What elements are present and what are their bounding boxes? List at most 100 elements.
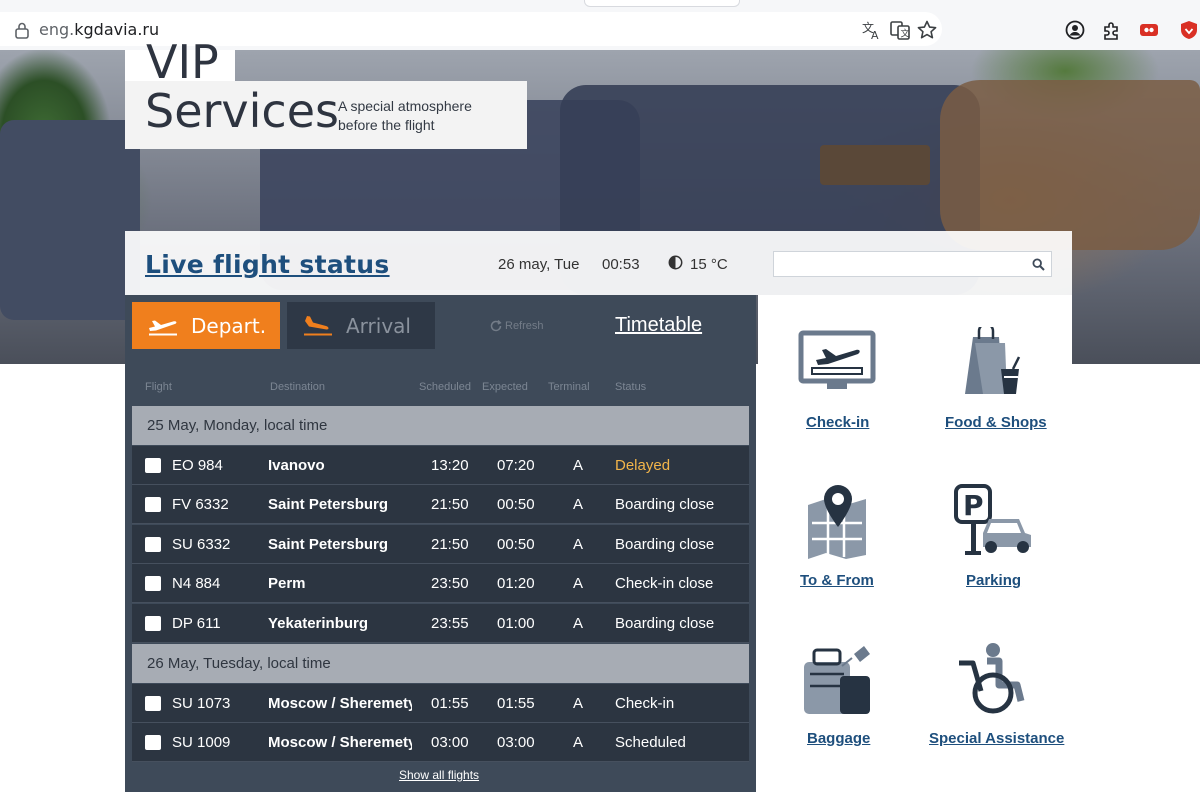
refresh-button[interactable]: Refresh [489, 319, 544, 333]
flight-destination: Perm [268, 575, 306, 592]
baggage-icon [804, 646, 870, 714]
flight-number: SU 1009 [172, 734, 231, 751]
flight-destination: Yekaterinburg [268, 615, 369, 632]
flight-terminal: A [573, 457, 584, 474]
flight-number: SU 1073 [172, 695, 231, 712]
flight-scheduled: 23:55 [431, 615, 469, 632]
flight-expected: 01:20 [497, 575, 535, 592]
temperature: 15 °C [690, 256, 728, 273]
vip-subtitle: A special atmosphere before the flight [338, 97, 518, 135]
flight-terminal: A [573, 615, 584, 632]
flight-number: SU 6332 [172, 536, 231, 553]
svg-text:P: P [963, 489, 984, 522]
flight-scheduled: 23:50 [431, 575, 469, 592]
flight-row[interactable]: EO 984 Ivanovo 13:20 07:20 A Delayed [132, 446, 749, 485]
flight-destination: Moscow / Sheremetyevo [268, 695, 412, 712]
flight-expected: 03:00 [497, 734, 535, 751]
flight-search-input[interactable] [773, 251, 1026, 277]
day-label: 25 May, Monday, local time [147, 417, 328, 434]
service-baggage[interactable]: Baggage [790, 638, 882, 753]
shield-extension-icon[interactable] [1178, 19, 1200, 41]
flight-row[interactable]: N4 884 Perm 23:50 01:20 A Check-in close [132, 564, 749, 603]
wheelchair-icon [959, 643, 1025, 714]
day-label: 26 May, Tuesday, local time [147, 655, 331, 672]
search-button[interactable] [1026, 251, 1052, 277]
airline-logo-icon [145, 735, 161, 750]
profile-icon[interactable] [1064, 19, 1086, 41]
col-header-status: Status [615, 381, 647, 393]
flight-status: Delayed [615, 457, 671, 474]
bookmark-star-icon[interactable] [916, 19, 938, 41]
browser-tab[interactable] [584, 0, 740, 7]
plane-takeoff-icon [149, 320, 177, 336]
show-all-flights-link[interactable]: Show all flights [399, 768, 479, 782]
flight-destination: Saint Petersburg [268, 496, 389, 513]
service-label: To & From [800, 572, 874, 589]
col-header-scheduled: Scheduled [419, 381, 471, 393]
flight-status: Boarding close [615, 615, 715, 632]
flight-row[interactable]: SU 6332 Saint Petersburg 21:50 00:50 A B… [132, 525, 749, 564]
flight-status: Scheduled [615, 734, 686, 751]
current-date: 26 may, Tue [498, 256, 580, 273]
vip-subtitle-line1: A special atmosphere [338, 98, 472, 114]
flight-terminal: A [573, 734, 584, 751]
airline-logo-icon [145, 537, 161, 552]
service-label: Food & Shops [945, 414, 1047, 431]
airline-logo-icon [145, 616, 161, 631]
plane-landing-icon [304, 316, 332, 336]
hero-armchair [940, 80, 1200, 250]
service-label: Check-in [806, 414, 870, 431]
vip-subtitle-line2: before the flight [338, 117, 435, 133]
airline-logo-icon [145, 576, 161, 591]
flight-number: N4 884 [172, 575, 221, 592]
flight-terminal: A [573, 695, 584, 712]
col-header-expected: Expected [482, 381, 528, 393]
live-flight-status-link[interactable]: Live flight status [145, 250, 390, 279]
flight-row[interactable]: FV 6332 Saint Petersburg 21:50 00:50 A B… [132, 485, 749, 524]
tab-arrivals[interactable]: Arrival [287, 302, 435, 349]
checkin-monitor-icon [798, 330, 876, 389]
tab-departures-label: Depart. [191, 314, 267, 338]
shopping-bag-icon [965, 327, 1021, 394]
service-label: Baggage [807, 730, 871, 747]
lock-icon [15, 22, 29, 39]
flight-scheduled: 13:20 [431, 457, 469, 474]
search-icon [1032, 258, 1045, 271]
flight-status: Check-in close [615, 575, 714, 592]
tab-arrivals-label: Arrival [346, 314, 411, 338]
current-time: 00:53 [602, 256, 640, 273]
col-header-flight: Flight [145, 381, 172, 393]
flight-scheduled: 21:50 [431, 536, 469, 553]
extension-red-icon[interactable] [1138, 19, 1160, 41]
service-to-from[interactable]: To & From [790, 480, 882, 595]
google-translate-icon[interactable]: 文 [889, 19, 911, 41]
service-parking[interactable]: P Parking [935, 480, 1050, 595]
flight-row[interactable]: SU 1009 Moscow / Sheremetyevo 03:00 03:0… [132, 723, 749, 762]
flight-scheduled: 01:55 [431, 695, 469, 712]
flight-expected: 07:20 [497, 457, 535, 474]
flight-row[interactable]: DP 611 Yekaterinburg 23:55 01:00 A Board… [132, 604, 749, 643]
vip-title-line1: VIP [146, 35, 219, 89]
service-special-assistance[interactable]: Special Assistance [925, 638, 1065, 753]
url-text[interactable]: eng.kgdavia.ru [39, 20, 159, 39]
flight-status: Boarding close [615, 536, 715, 553]
service-label: Parking [966, 572, 1022, 589]
flight-destination: Moscow / Sheremetyevo [268, 734, 412, 751]
flight-expected: 01:00 [497, 615, 535, 632]
weather-moon-icon [668, 255, 683, 270]
flight-expected: 00:50 [497, 496, 535, 513]
flight-terminal: A [573, 496, 584, 513]
flight-row[interactable]: SU 1073 Moscow / Sheremetyevo 01:55 01:5… [132, 684, 749, 723]
service-food-shops[interactable]: Food & Shops [935, 325, 1050, 440]
url-prefix: eng. [39, 20, 75, 39]
flight-scheduled: 21:50 [431, 496, 469, 513]
extensions-puzzle-icon[interactable] [1101, 19, 1123, 41]
tab-departures[interactable]: Depart. [132, 302, 280, 349]
translate-icon[interactable]: 文 A [861, 19, 883, 41]
service-checkin[interactable]: Check-in [790, 325, 882, 440]
col-header-terminal: Terminal [548, 381, 590, 393]
timetable-link[interactable]: Timetable [615, 314, 702, 337]
hero-table [820, 145, 930, 185]
flight-scheduled: 03:00 [431, 734, 469, 751]
service-label: Special Assistance [929, 730, 1065, 747]
